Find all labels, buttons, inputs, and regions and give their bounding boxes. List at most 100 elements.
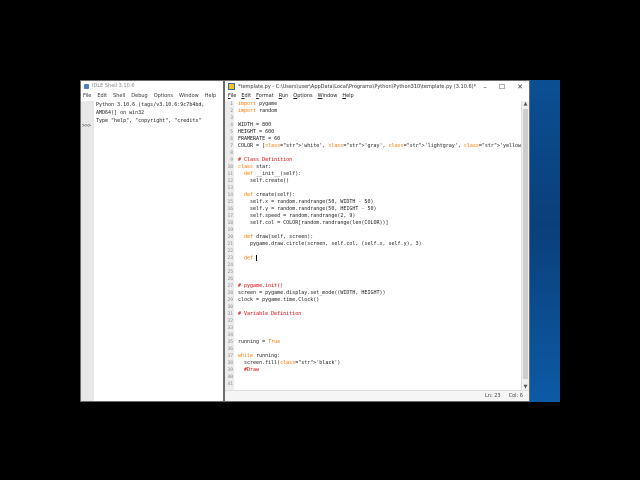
editor-menu-format[interactable]: Format [256, 92, 274, 101]
shell-menu-help[interactable]: Help [205, 92, 216, 101]
editor-menu-window[interactable]: Window [318, 92, 338, 101]
code-text: WIDTH = 800 [238, 122, 272, 128]
code-line[interactable]: 15 self.x = random.randrange(50, WIDTH -… [225, 199, 522, 206]
python-file-icon [228, 83, 235, 90]
code-text: #Draw [238, 367, 260, 373]
editor-menu-file[interactable]: File [228, 92, 236, 101]
editor-menu-options[interactable]: Options [293, 92, 312, 101]
line-number: 8 [230, 151, 233, 156]
idle-shell-window[interactable]: IDLE Shell 3.10.6 File Edit Shell Debug … [80, 80, 224, 402]
line-number: 19 [227, 228, 233, 233]
shell-menu-shell[interactable]: Shell [113, 92, 125, 101]
status-col: Col: 6 [508, 393, 523, 399]
editor-menu-edit[interactable]: Edit [241, 92, 251, 101]
shell-output: Python 3.10.6 (tags/v3.10.6:9c7b4bd, AMD6… [96, 101, 204, 125]
code-line[interactable]: 32 [225, 318, 522, 325]
code-line[interactable]: 8 [225, 150, 522, 157]
code-line[interactable]: 33 [225, 325, 522, 332]
code-line[interactable]: 1 import pygame [225, 101, 522, 108]
code-line[interactable]: 16 self.y = random.randrange(50, HEIGHT … [225, 206, 522, 213]
code-text: # pygame.init() [238, 283, 284, 289]
code-line[interactable]: 41 [225, 381, 522, 388]
code-line[interactable]: 18 self.col = COLOR[random.randrange(len… [225, 220, 522, 227]
code-line[interactable]: 19 [225, 227, 522, 234]
code-line[interactable]: 3 [225, 115, 522, 122]
code-line[interactable]: 29 clock = pygame.time.Clock() [225, 297, 522, 304]
code-editor[interactable]: 1 import pygame 2 import random 3 4 WIDTH = 80… [225, 101, 522, 391]
line-number: 30 [227, 305, 233, 310]
shell-menu-window[interactable]: Window [179, 92, 199, 101]
line-number: 4 [230, 123, 233, 128]
maximize-button[interactable]: ☐ [499, 83, 505, 91]
code-line[interactable]: 26 [225, 276, 522, 283]
code-line[interactable]: 9 # Class Definition [225, 157, 522, 164]
code-line[interactable]: 36 [225, 346, 522, 353]
editor-menu-run[interactable]: Run [279, 92, 289, 101]
editor-titlebar[interactable]: *template.py - C:\Users\user\AppData\Loc… [225, 81, 529, 92]
code-line[interactable]: 20 def draw(self, screen): [225, 234, 522, 241]
code-text: while running: [238, 353, 281, 359]
code-line[interactable]: 12 self.create() [225, 178, 522, 185]
vertical-scrollbar[interactable]: ▲ ▼ [521, 101, 529, 391]
editor-menu-help[interactable]: Help [342, 92, 353, 101]
line-number: 40 [227, 375, 233, 380]
line-number: 16 [227, 207, 233, 212]
code-line[interactable]: 25 [225, 269, 522, 276]
code-line[interactable]: 5 HEIGHT = 600 [225, 129, 522, 136]
shell-menu-debug[interactable]: Debug [131, 92, 147, 101]
code-line[interactable]: 17 self.speed = random.randrange(2, 9) [225, 213, 522, 220]
code-line[interactable]: 13 [225, 185, 522, 192]
line-number: 25 [227, 270, 233, 275]
code-line[interactable]: 30 [225, 304, 522, 311]
status-line: Ln: 23 [485, 393, 501, 399]
shell-menu-file[interactable]: File [83, 92, 91, 101]
scrollbar-thumb[interactable] [523, 109, 528, 379]
code-line[interactable]: 10 class star: [225, 164, 522, 171]
code-line[interactable]: 14 def create(self): [225, 192, 522, 199]
scroll-up-icon[interactable]: ▲ [522, 101, 529, 108]
code-line[interactable]: 11 def __init__(self): [225, 171, 522, 178]
shell-titlebar[interactable]: IDLE Shell 3.10.6 [81, 81, 223, 92]
line-number: 17 [227, 214, 233, 219]
code-line[interactable]: 37 while running: [225, 353, 522, 360]
line-number: 10 [227, 165, 233, 170]
code-line[interactable]: 40 [225, 374, 522, 381]
code-line[interactable]: 31 # Variable Definition [225, 311, 522, 318]
line-number: 38 [227, 361, 233, 366]
code-line[interactable]: 4 WIDTH = 800 [225, 122, 522, 129]
code-text: FRAMERATE = 60 [238, 136, 281, 142]
line-number: 28 [227, 291, 233, 296]
shell-gutter [81, 101, 94, 401]
editor-window[interactable]: *template.py - C:\Users\user\AppData\Loc… [224, 80, 530, 402]
code-line[interactable]: 23 def [225, 255, 522, 262]
code-line[interactable]: 34 [225, 332, 522, 339]
shell-output-line: Python 3.10.6 (tags/v3.10.6:9c7b4bd, [96, 102, 205, 108]
code-line[interactable]: 38 screen.fill(class="str">'black') [225, 360, 522, 367]
close-button[interactable]: ✕ [517, 83, 523, 91]
code-line[interactable]: 39 #Draw [225, 367, 522, 374]
code-line[interactable]: 21 pygame.draw.circle(screen, self.col, … [225, 241, 522, 248]
line-number: 9 [230, 158, 233, 163]
code-line[interactable]: 22 [225, 248, 522, 255]
line-number: 27 [227, 284, 233, 289]
code-text: def create(self): [244, 192, 296, 198]
code-line[interactable]: 35 running = True [225, 339, 522, 346]
shell-text-area[interactable]: >>> Python 3.10.6 (tags/v3.10.6:9c7b4bd,… [81, 101, 223, 401]
shell-menubar: File Edit Shell Debug Options Window Hel… [81, 92, 223, 101]
shell-menu-edit[interactable]: Edit [97, 92, 107, 101]
code-line[interactable]: 28 screen = pygame.display.set_mode((WIDT… [225, 290, 522, 297]
code-line[interactable]: 27 # pygame.init() [225, 283, 522, 290]
code-text: self.y = random.randrange(50, HEIGHT - 5… [238, 206, 377, 212]
shell-output-line: Type "help", "copyright", "credits" [96, 118, 202, 124]
code-line[interactable]: 7 COLOR = [class="str">'white', class="st… [225, 143, 522, 150]
line-number: 26 [227, 277, 233, 282]
code-line[interactable]: 2 import random [225, 108, 522, 115]
code-line[interactable]: 24 [225, 262, 522, 269]
code-line[interactable]: 6 FRAMERATE = 60 [225, 136, 522, 143]
code-text: screen = pygame.display.set_mode((WIDTH,… [238, 290, 386, 296]
shell-title: IDLE Shell 3.10.6 [92, 83, 135, 89]
text-caret [256, 255, 258, 261]
minimize-button[interactable]: – [483, 83, 487, 91]
shell-menu-options[interactable]: Options [154, 92, 173, 101]
line-number: 7 [230, 144, 233, 149]
